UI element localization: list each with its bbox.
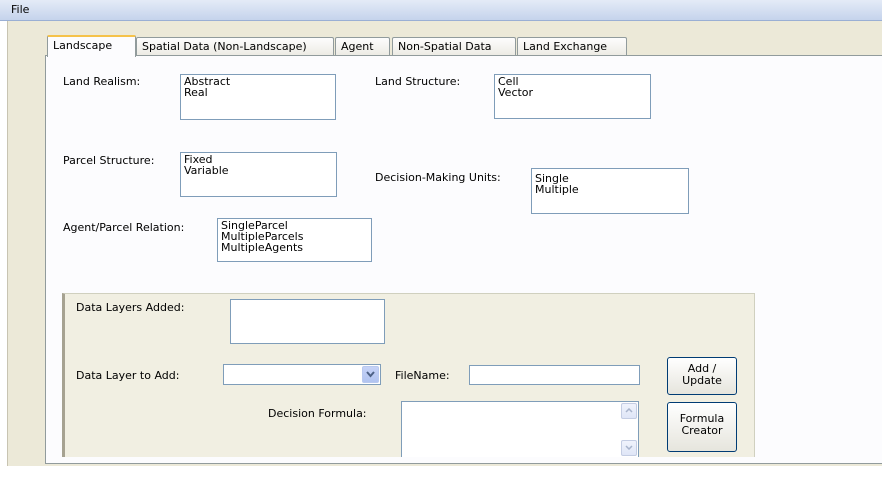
menu-bar: File <box>0 0 882 21</box>
parcel-structure-listbox[interactable]: Fixed Variable <box>180 152 337 197</box>
list-item[interactable]: Variable <box>184 165 333 176</box>
tab-land-exchange[interactable]: Land Exchange <box>517 37 627 56</box>
data-layers-added-listbox[interactable] <box>230 299 385 344</box>
decision-formula-label: Decision Formula: <box>268 407 367 420</box>
add-update-button[interactable]: Add / Update <box>667 357 737 395</box>
decision-formula-textarea[interactable] <box>401 401 639 457</box>
tab-spatial-data[interactable]: Spatial Data (Non-Landscape) <box>136 37 334 56</box>
land-realism-listbox[interactable]: Abstract Real <box>180 74 336 120</box>
list-item[interactable]: Multiple <box>535 184 685 195</box>
land-structure-label: Land Structure: <box>375 75 461 88</box>
menu-file[interactable]: File <box>9 3 31 16</box>
land-structure-listbox[interactable]: Cell Vector <box>494 74 651 119</box>
data-layers-added-label: Data Layers Added: <box>76 301 185 314</box>
formula-creator-button[interactable]: Formula Creator <box>667 402 737 452</box>
chevron-down-icon[interactable] <box>362 366 379 383</box>
agent-parcel-listbox[interactable]: SingleParcel MultipleParcels MultipleAge… <box>217 218 372 262</box>
scroll-up-icon[interactable] <box>621 403 637 419</box>
scroll-down-icon[interactable] <box>621 440 637 456</box>
list-item[interactable]: Vector <box>498 87 647 98</box>
tab-non-spatial-data[interactable]: Non-Spatial Data <box>392 37 516 56</box>
data-layer-to-add-dropdown[interactable] <box>223 364 381 385</box>
agent-parcel-label: Agent/Parcel Relation: <box>63 221 185 234</box>
tab-landscape[interactable]: Landscape <box>47 35 136 57</box>
land-realism-label: Land Realism: <box>63 75 141 88</box>
filename-input[interactable] <box>469 365 640 385</box>
decision-units-label: Decision-Making Units: <box>375 171 501 184</box>
tab-agent[interactable]: Agent <box>335 37 390 56</box>
parcel-structure-label: Parcel Structure: <box>63 154 155 167</box>
filename-label: FileName: <box>395 369 450 382</box>
decision-units-listbox[interactable]: Single Multiple <box>531 168 689 214</box>
list-item[interactable]: MultipleAgents <box>221 242 368 253</box>
list-item[interactable]: Real <box>184 87 332 98</box>
data-layer-to-add-label: Data Layer to Add: <box>76 369 180 382</box>
